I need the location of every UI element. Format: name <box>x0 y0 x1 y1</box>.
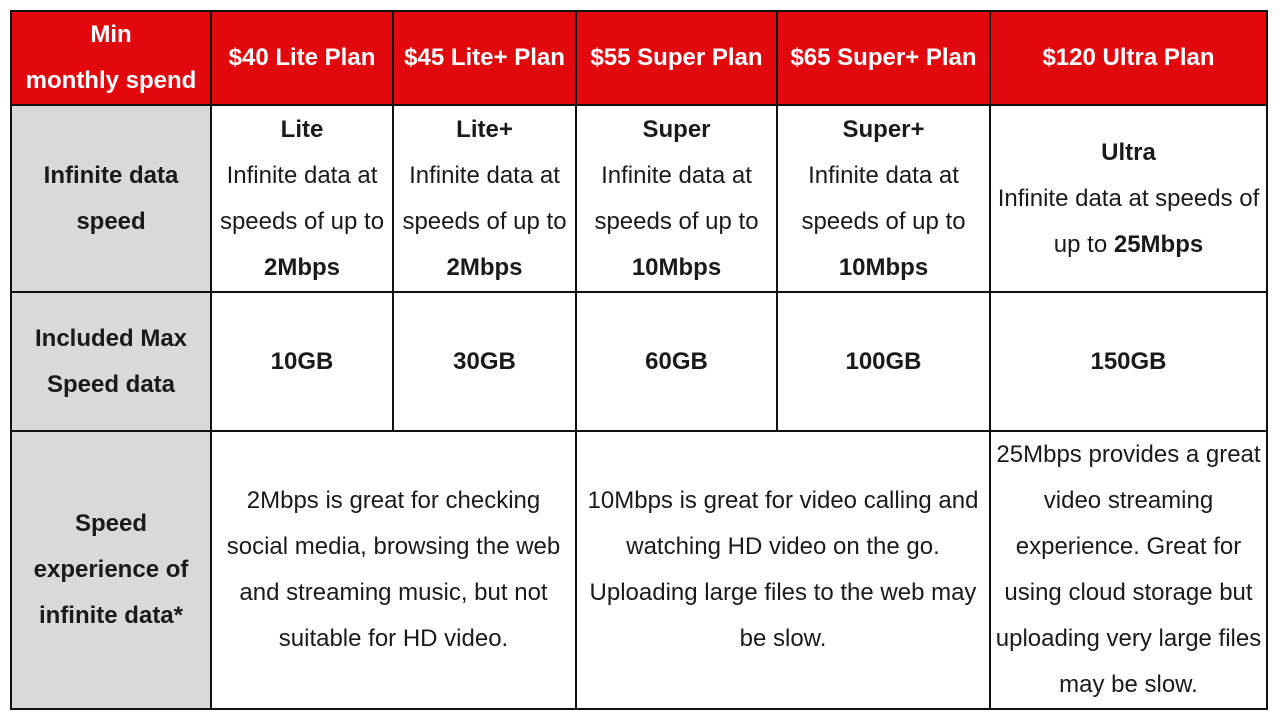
label-line: Infinite data <box>43 161 179 189</box>
data-allowance: 60GB <box>575 291 778 432</box>
speed-text: Infinite data at speeds of up to <box>594 161 759 235</box>
label-line: Speed <box>74 510 148 537</box>
label-line: Speed data <box>46 370 176 398</box>
plan-header: $40 Lite Plan <box>210 10 394 106</box>
data-allowance: 100GB <box>776 291 991 432</box>
speed-text: Infinite data at speeds of up to <box>402 161 567 235</box>
speed-cell: Lite Infinite data at speeds of up to 2Mb… <box>210 104 394 293</box>
row-label-max-data: Included Max Speed data <box>10 291 212 432</box>
plan-header: $120 Ultra Plan <box>989 10 1268 106</box>
speed-text: Infinite data at speeds of up to <box>801 161 966 235</box>
tier-name: Lite+ <box>456 115 513 143</box>
corner-line-2: monthly spend <box>25 67 197 94</box>
label-line: Included Max <box>34 324 188 352</box>
speed-value: 25Mbps <box>1113 230 1204 258</box>
speed-cell: Ultra Infinite data at speeds of up to 25… <box>989 104 1268 293</box>
plan-comparison-table: Min monthly spend $40 Lite Plan $45 Lite+… <box>10 10 1268 710</box>
tier-name: Super+ <box>842 115 925 143</box>
speed-text: Infinite data at speeds of up to <box>219 161 385 235</box>
experience-row: Speed experience of infinite data* 2Mbps i… <box>10 430 1268 710</box>
speed-cell: Super Infinite data at speeds of up to 10… <box>575 104 778 293</box>
experience-cell-ultra: 25Mbps provides a great video streaming … <box>989 430 1268 710</box>
speed-cell: Super+ Infinite data at speeds of up to 1… <box>776 104 991 293</box>
corner-header: Min monthly spend <box>10 10 212 106</box>
tier-name: Super <box>642 115 711 143</box>
corner-line-1: Min <box>90 21 132 48</box>
data-allowance: 10GB <box>210 291 394 432</box>
plan-header: $65 Super+ Plan <box>776 10 991 106</box>
row-label-speed: Infinite data speed <box>10 104 212 293</box>
label-line: infinite data* <box>38 602 183 629</box>
speed-value: 2Mbps <box>446 253 523 281</box>
speed-value: 10Mbps <box>838 253 929 281</box>
speed-cell: Lite+ Infinite data at speeds of up to 2M… <box>392 104 577 293</box>
plan-header: $55 Super Plan <box>575 10 778 106</box>
experience-cell-lite: 2Mbps is great for checking social media… <box>210 430 577 710</box>
speed-value: 2Mbps <box>263 253 340 281</box>
data-allowance: 150GB <box>989 291 1268 432</box>
data-allowance: 30GB <box>392 291 577 432</box>
header-row: Min monthly spend $40 Lite Plan $45 Lite+… <box>10 10 1268 106</box>
row-label-experience: Speed experience of infinite data* <box>10 430 212 710</box>
label-line: speed <box>76 207 146 235</box>
plan-header: $45 Lite+ Plan <box>392 10 577 106</box>
tier-name: Lite <box>280 115 324 143</box>
experience-cell-super: 10Mbps is great for video calling and wa… <box>575 430 991 710</box>
tier-name: Ultra <box>1101 138 1156 166</box>
label-line: experience of <box>33 556 189 583</box>
max-data-row: Included Max Speed data 10GB 30GB 60GB 10… <box>10 291 1268 432</box>
speed-value: 10Mbps <box>631 253 722 281</box>
speed-row: Infinite data speed Lite Infinite data at … <box>10 104 1268 293</box>
